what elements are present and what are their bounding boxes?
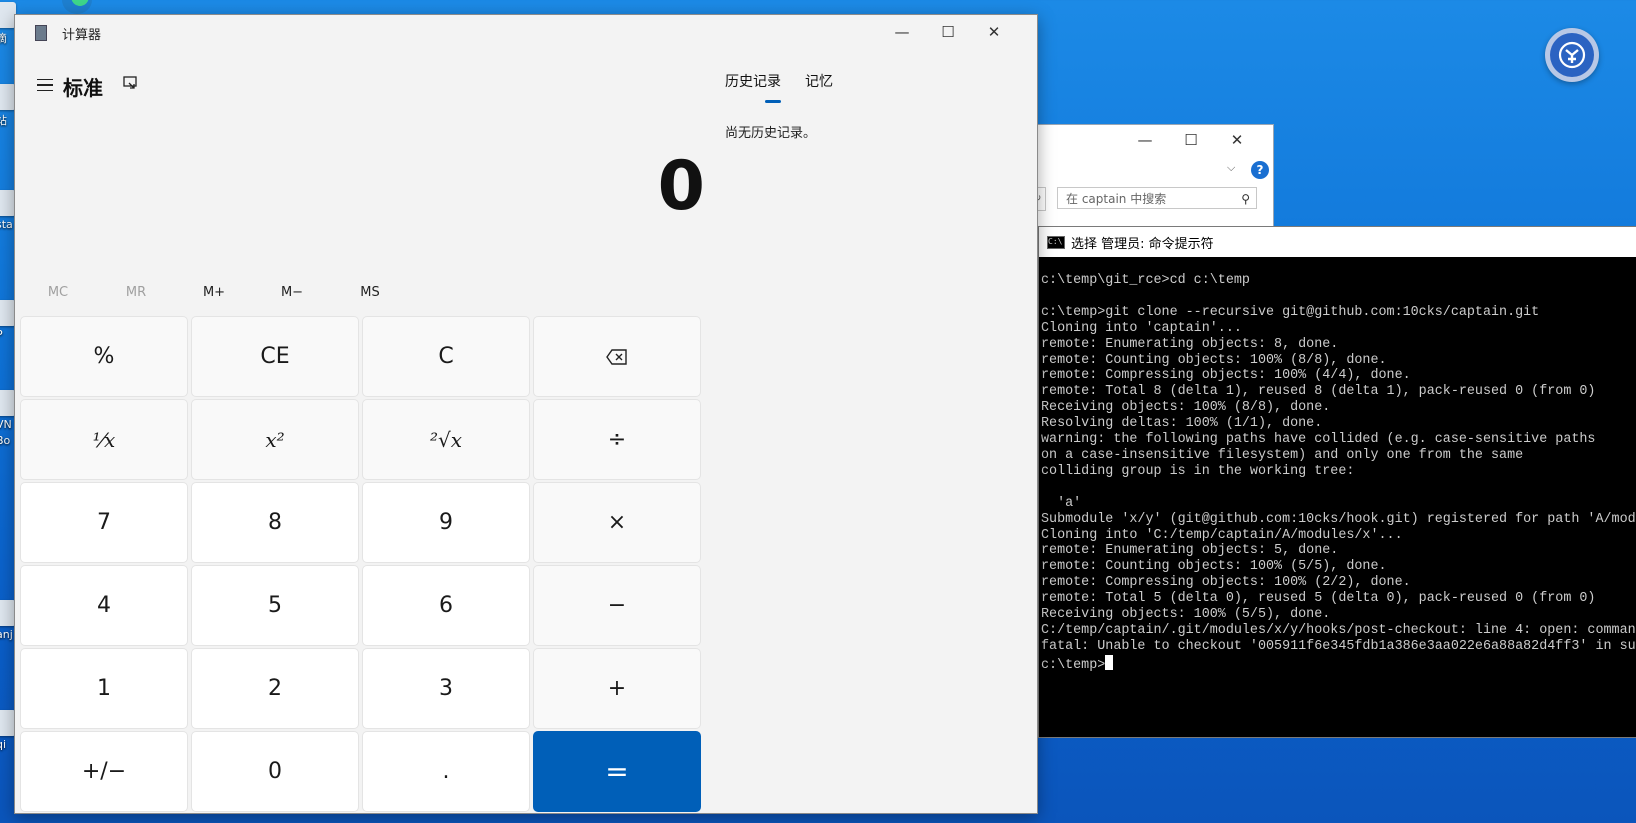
search-icon: ⚲ <box>1241 192 1250 206</box>
m-plus-button[interactable]: M+ <box>176 273 252 313</box>
digit-2-button[interactable]: 2 <box>191 648 359 729</box>
cmd-icon: C:\ <box>1047 235 1065 249</box>
reciprocal-label: ¹⁄x <box>92 427 116 452</box>
equals-button[interactable]: = <box>533 731 701 812</box>
decimal-button[interactable]: . <box>362 731 530 812</box>
digit-4-button[interactable]: 4 <box>20 565 188 646</box>
mc-button[interactable]: MC <box>20 273 96 313</box>
multiply-button[interactable]: × <box>533 482 701 563</box>
cmd-output-text: c:\temp\git_rce>cd c:\temp c:\temp>git c… <box>1041 273 1636 654</box>
digit-1-button[interactable]: 1 <box>20 648 188 729</box>
desktop-icon-label: 滴 <box>0 32 7 45</box>
digit-5-button[interactable]: 5 <box>191 565 359 646</box>
ms-button[interactable]: MS <box>332 273 408 313</box>
desktop-icon-label: qi <box>0 738 7 751</box>
square-label: x² <box>265 427 285 452</box>
clear-button[interactable]: C <box>362 316 530 397</box>
clear-entry-button[interactable]: CE <box>191 316 359 397</box>
floating-assistant-icon[interactable] <box>1545 28 1599 82</box>
square-root-label: ²√x <box>429 427 463 452</box>
cmd-title: 选择 管理员: 命令提示符 <box>1071 236 1214 252</box>
digit-9-button[interactable]: 9 <box>362 482 530 563</box>
divide-button[interactable]: ÷ <box>533 399 701 480</box>
calculator-window-title: 计算器 <box>62 28 102 43</box>
assistant-glyph-icon <box>1558 41 1586 69</box>
calculator-mode-title: 标准 <box>63 76 103 100</box>
file-explorer-window[interactable]: — ☐ ✕ ⌵ ? ↻ 在 captain 中搜索 ⚲ <box>1030 124 1274 236</box>
desktop-icon-label: Bo <box>0 434 11 447</box>
backspace-button[interactable] <box>533 316 701 397</box>
text-cursor <box>1105 654 1114 670</box>
explorer-search-placeholder: 在 captain 中搜索 <box>1066 192 1167 206</box>
digit-6-button[interactable]: 6 <box>362 565 530 646</box>
square-root-button[interactable]: ²√x <box>362 399 530 480</box>
digit-0-button[interactable]: 0 <box>191 731 359 812</box>
memory-row: MC MR M+ M− MS <box>20 273 720 313</box>
digit-7-button[interactable]: 7 <box>20 482 188 563</box>
desktop-icon-label: anj <box>0 628 13 641</box>
history-empty-message: 尚无历史记录。 <box>725 126 817 141</box>
reciprocal-button[interactable]: ¹⁄x <box>20 399 188 480</box>
maximize-button[interactable]: ☐ <box>925 15 971 49</box>
cmd-prompt: c:\temp> <box>1041 657 1106 673</box>
desktop-icon-label: 站 <box>0 114 7 127</box>
square-button[interactable]: x² <box>191 399 359 480</box>
desktop-icon-label: VN <box>0 418 12 431</box>
explorer-close-button[interactable]: ✕ <box>1219 131 1255 149</box>
cmd-titlebar[interactable]: C:\ 选择 管理员: 命令提示符 <box>1039 227 1636 257</box>
desktop-icon-label: P <box>0 328 3 341</box>
edge-browser-icon[interactable] <box>62 0 92 14</box>
chevron-down-icon[interactable]: ⌵ <box>1227 161 1235 175</box>
active-tab-indicator <box>765 100 781 103</box>
tab-memory[interactable]: 记忆 <box>805 71 833 91</box>
mr-button[interactable]: MR <box>98 273 174 313</box>
result-display: 0 <box>657 147 705 226</box>
cmd-output[interactable]: c:\temp\git_rce>cd c:\temp c:\temp>git c… <box>1039 257 1636 674</box>
explorer-maximize-button[interactable]: ☐ <box>1173 131 1209 149</box>
close-button[interactable]: ✕ <box>971 15 1017 49</box>
calculator-app-icon <box>35 25 47 41</box>
calculator-titlebar[interactable]: 计算器 — ☐ ✕ <box>15 15 1037 49</box>
minus-button[interactable]: − <box>533 565 701 646</box>
explorer-minimize-button[interactable]: — <box>1127 131 1163 149</box>
m-minus-button[interactable]: M− <box>254 273 330 313</box>
calculator-window[interactable]: 计算器 — ☐ ✕ 标准 0 MC MR M+ M− MS % CE C ¹⁄x… <box>14 14 1038 814</box>
command-prompt-window[interactable]: C:\ 选择 管理员: 命令提示符 c:\temp\git_rce>cd c:\… <box>1038 226 1636 738</box>
negate-button[interactable]: +/− <box>20 731 188 812</box>
hamburger-menu-icon[interactable] <box>27 67 63 103</box>
help-icon[interactable]: ? <box>1251 161 1269 179</box>
backspace-icon <box>606 348 627 365</box>
desktop-icon-label: sta <box>0 218 13 231</box>
percent-button[interactable]: % <box>20 316 188 397</box>
digit-3-button[interactable]: 3 <box>362 648 530 729</box>
tab-history[interactable]: 历史记录 <box>725 71 781 91</box>
explorer-search-input[interactable]: 在 captain 中搜索 ⚲ <box>1057 187 1257 209</box>
plus-button[interactable]: + <box>533 648 701 729</box>
digit-8-button[interactable]: 8 <box>191 482 359 563</box>
keep-on-top-icon[interactable] <box>119 75 141 97</box>
assistant-logo-icon <box>1550 33 1594 77</box>
minimize-button[interactable]: — <box>879 15 925 49</box>
